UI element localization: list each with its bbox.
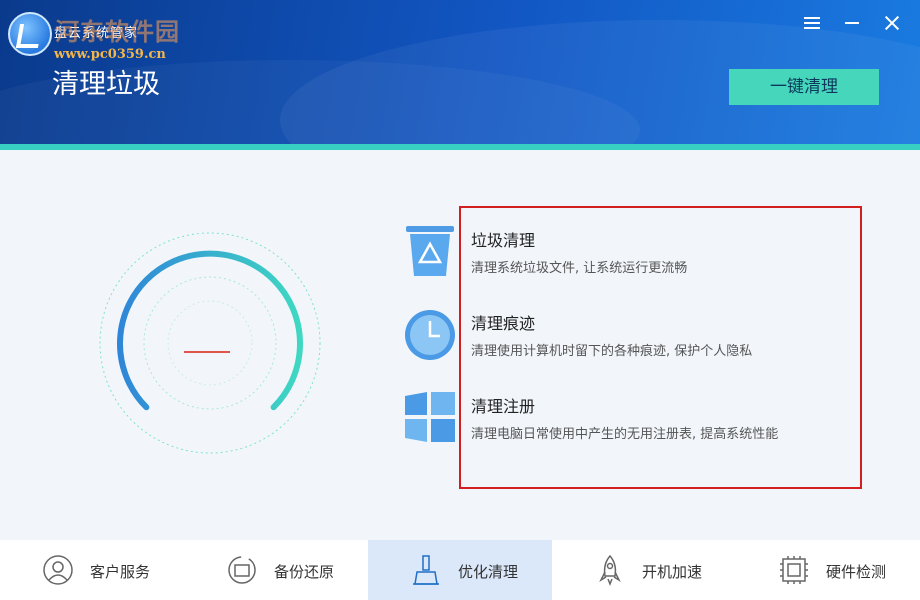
nav-item-optimize-clean[interactable]: 优化清理 — [368, 540, 552, 600]
windows-icon — [405, 392, 455, 442]
header-banner: 盘云系统管家 河东软件园 www.pc0359.cn 清理垃圾 一键清理 — [0, 0, 920, 144]
broom-icon — [410, 554, 442, 586]
page-title: 清理垃圾 — [52, 69, 160, 100]
nav-item-backup-restore[interactable]: 备份还原 — [184, 540, 368, 600]
chip-icon — [778, 554, 810, 586]
minimize-icon[interactable] — [842, 12, 864, 34]
app-logo-icon — [8, 12, 52, 56]
user-icon — [42, 554, 74, 586]
menu-icon[interactable] — [802, 12, 824, 34]
gauge-inner-ring — [167, 300, 253, 386]
gauge-middle-ring — [143, 276, 277, 410]
nav-label: 硬件检测 — [826, 563, 887, 581]
one-click-clean-button[interactable]: 一键清理 — [729, 69, 879, 105]
watermark-url: www.pc0359.cn — [54, 47, 166, 62]
nav-label: 开机加速 — [642, 563, 703, 581]
trash-icon — [404, 224, 456, 278]
header-accent-band — [0, 144, 920, 150]
nav-label: 客户服务 — [90, 563, 151, 581]
rocket-icon — [594, 554, 626, 587]
highlight-box — [459, 206, 862, 489]
nav-label: 备份还原 — [274, 563, 335, 581]
clock-icon — [404, 309, 456, 361]
nav-item-boot-speedup[interactable]: 开机加速 — [552, 540, 736, 600]
backup-icon — [226, 554, 258, 586]
nav-item-customer-service[interactable]: 客户服务 — [0, 540, 184, 600]
close-icon[interactable] — [881, 12, 903, 34]
scan-gauge — [90, 225, 330, 465]
nav-item-hardware-check[interactable]: 硬件检测 — [736, 540, 920, 600]
gauge-value-line — [184, 351, 230, 353]
gauge-outer-ring — [99, 232, 321, 454]
bottom-nav: 客户服务 备份还原 优化清理 开机加速 硬件检测 — [0, 540, 920, 600]
nav-label: 优化清理 — [458, 563, 519, 581]
watermark-text: 河东软件园 — [55, 17, 180, 46]
